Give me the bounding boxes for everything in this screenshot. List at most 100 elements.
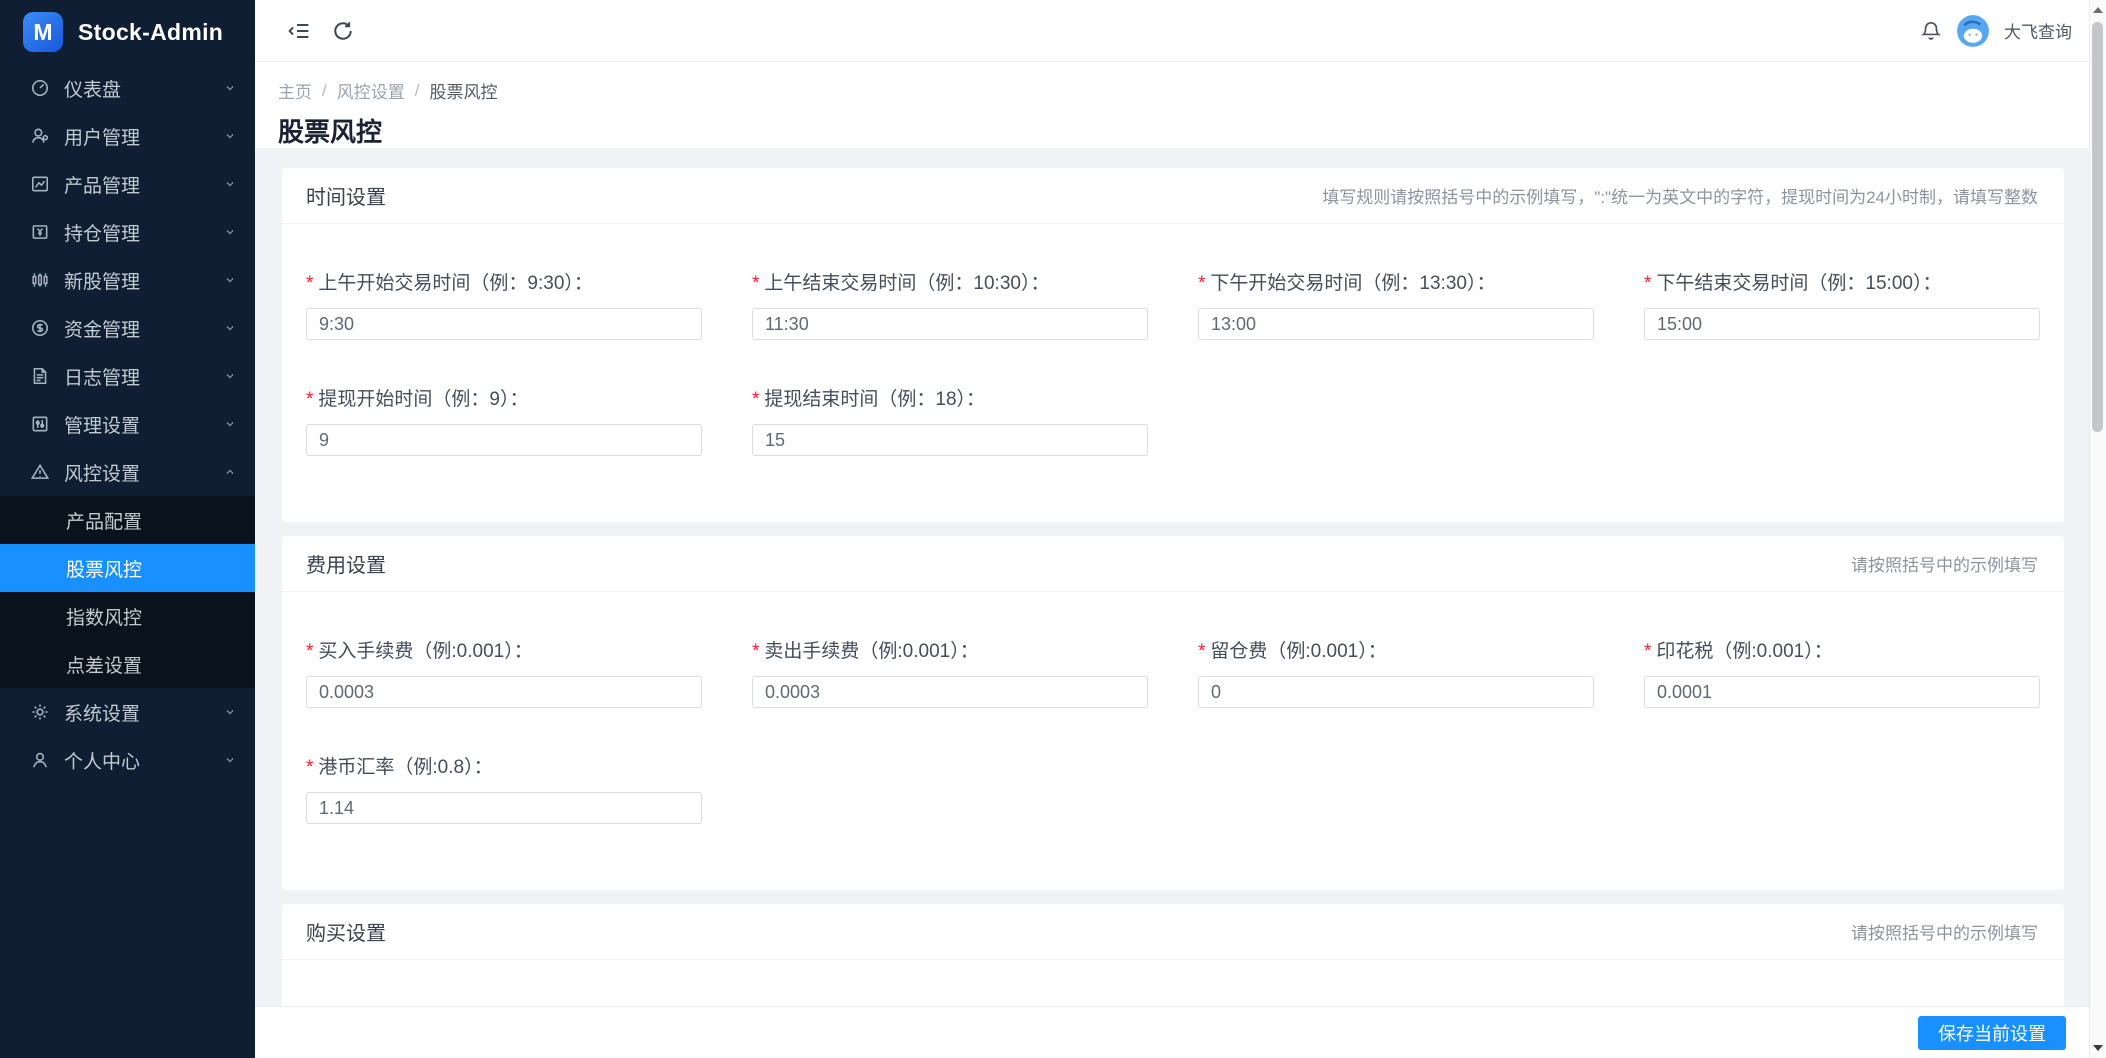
required-asterisk: *: [306, 757, 313, 778]
admin-settings-icon: [30, 414, 50, 434]
morning-open-time-input[interactable]: [306, 308, 702, 340]
ipo-management-icon: [30, 270, 50, 290]
withdraw-end-time-input[interactable]: [752, 424, 1148, 456]
field-label-text: 买入手续费（例:0.001）：: [318, 641, 532, 662]
breadcrumb-separator: /: [322, 81, 327, 101]
card-note: 请按照括号中的示例填写: [1851, 551, 2038, 576]
form-field: *留仓费（例:0.001）：: [1198, 636, 1594, 708]
risk-settings-submenu: 产品配置 股票风控 指数风控 点差设置: [0, 496, 255, 688]
afternoon-close-time-input[interactable]: [1644, 308, 2040, 340]
breadcrumb-item-risk-settings[interactable]: 风控设置: [337, 78, 405, 103]
sidebar-subitem-stock-risk[interactable]: 股票风控: [0, 544, 255, 592]
sidebar-item-user-management[interactable]: 用户管理: [0, 112, 255, 160]
field-label: *留仓费（例:0.001）：: [1198, 636, 1594, 663]
sidebar-item-funds-management[interactable]: 资金管理: [0, 304, 255, 352]
field-label: *上午结束交易时间（例：10:30）：: [752, 268, 1148, 295]
form-field: *提现结束时间（例：18）：: [752, 384, 1148, 456]
scroll-down-arrow-icon[interactable]: [2090, 1040, 2106, 1056]
sidebar-item-dashboard[interactable]: 仪表盘: [0, 64, 255, 112]
form-field: *提现开始时间（例：9）：: [306, 384, 702, 456]
required-asterisk: *: [1644, 273, 1651, 294]
page-header: 主页 / 风控设置 / 股票风控 股票风控: [255, 62, 2106, 148]
sidebar-item-label: 用户管理: [64, 123, 223, 150]
sidebar-item-position-management[interactable]: 持仓管理: [0, 208, 255, 256]
form-field: *上午结束交易时间（例：10:30）：: [752, 268, 1148, 340]
required-asterisk: *: [306, 641, 313, 662]
field-label: *卖出手续费（例:0.001）：: [752, 636, 1148, 663]
user-management-icon: [30, 126, 50, 146]
sidebar-item-log-management[interactable]: 日志管理: [0, 352, 255, 400]
sidebar-item-label: 风控设置: [64, 459, 223, 486]
submenu-item-label: 点差设置: [66, 651, 142, 678]
menu-fold-icon[interactable]: [287, 19, 311, 43]
holding-fee-input[interactable]: [1198, 676, 1594, 708]
required-asterisk: *: [1644, 641, 1651, 662]
vertical-scrollbar[interactable]: [2089, 0, 2106, 1058]
profile-icon: [30, 750, 50, 770]
field-label: *下午开始交易时间（例：13:30）：: [1198, 268, 1594, 295]
required-asterisk: *: [752, 641, 759, 662]
sidebar-item-product-management[interactable]: 产品管理: [0, 160, 255, 208]
field-label: *印花税（例:0.001）：: [1644, 636, 2040, 663]
chevron-down-icon: [223, 753, 237, 767]
required-asterisk: *: [1198, 273, 1205, 294]
withdraw-start-time-input[interactable]: [306, 424, 702, 456]
scroll-up-arrow-icon[interactable]: [2090, 2, 2106, 18]
sidebar-item-system-settings[interactable]: 系统设置: [0, 688, 255, 736]
sidebar-item-label: 新股管理: [64, 267, 223, 294]
stamp-tax-input[interactable]: [1644, 676, 2040, 708]
morning-close-time-input[interactable]: [752, 308, 1148, 340]
field-label-text: 上午结束交易时间（例：10:30）：: [764, 273, 1049, 294]
card-header: 购买设置 请按照括号中的示例填写: [282, 904, 2064, 960]
app-logo[interactable]: M Stock-Admin: [0, 0, 255, 64]
field-label: *港币汇率（例:0.8）：: [306, 752, 702, 779]
required-asterisk: *: [306, 273, 313, 294]
funds-management-icon: [30, 318, 50, 338]
topbar-right: 大飞查询: [1920, 15, 2072, 47]
submenu-item-label: 产品配置: [66, 507, 142, 534]
log-management-icon: [30, 366, 50, 386]
form-field: *上午开始交易时间（例：9:30）：: [306, 268, 702, 340]
chevron-down-icon: [223, 321, 237, 335]
card-title: 时间设置: [306, 181, 386, 210]
dashboard-icon: [30, 78, 50, 98]
form-field: *下午结束交易时间（例：15:00）：: [1644, 268, 2040, 340]
card-note: 填写规则请按照括号中的示例填写，":"统一为英文中的字符，提现时间为24小时制，…: [1322, 183, 2038, 208]
avatar[interactable]: [1957, 15, 1989, 47]
buy-fee-input[interactable]: [306, 676, 702, 708]
scrollbar-thumb[interactable]: [2092, 22, 2103, 432]
bell-icon[interactable]: [1920, 20, 1942, 42]
topbar: 大飞查询: [255, 0, 2106, 62]
app-title: Stock-Admin: [78, 19, 223, 46]
sidebar-item-admin-settings[interactable]: 管理设置: [0, 400, 255, 448]
card-fee-settings: 费用设置 请按照括号中的示例填写 *买入手续费（例:0.001）： *卖出手续费…: [282, 536, 2064, 890]
chevron-down-icon: [223, 705, 237, 719]
breadcrumb-item-home[interactable]: 主页: [278, 78, 312, 103]
sidebar: M Stock-Admin 仪表盘 用户管理 产品管理 持仓管理 新股管理: [0, 0, 255, 1058]
form-field: *下午开始交易时间（例：13:30）：: [1198, 268, 1594, 340]
field-label-text: 卖出手续费（例:0.001）：: [764, 641, 978, 662]
sidebar-item-label: 个人中心: [64, 747, 223, 774]
required-asterisk: *: [752, 389, 759, 410]
sidebar-subitem-product-config[interactable]: 产品配置: [0, 496, 255, 544]
hkd-rate-input[interactable]: [306, 792, 702, 824]
sidebar-item-profile[interactable]: 个人中心: [0, 736, 255, 784]
save-settings-button[interactable]: 保存当前设置: [1918, 1016, 2066, 1050]
card-time-settings: 时间设置 填写规则请按照括号中的示例填写，":"统一为英文中的字符，提现时间为2…: [282, 168, 2064, 522]
card-header: 费用设置 请按照括号中的示例填写: [282, 536, 2064, 592]
page-title: 股票风控: [278, 112, 2074, 149]
sidebar-item-ipo-management[interactable]: 新股管理: [0, 256, 255, 304]
afternoon-open-time-input[interactable]: [1198, 308, 1594, 340]
user-name[interactable]: 大飞查询: [2004, 18, 2072, 43]
required-asterisk: *: [1198, 641, 1205, 662]
sell-fee-input[interactable]: [752, 676, 1148, 708]
form-field: *买入手续费（例:0.001）：: [306, 636, 702, 708]
sidebar-subitem-spread-settings[interactable]: 点差设置: [0, 640, 255, 688]
sidebar-menu: 仪表盘 用户管理 产品管理 持仓管理 新股管理 资金管理: [0, 64, 255, 1058]
field-label-text: 港币汇率（例:0.8）：: [318, 757, 492, 778]
field-label-text: 提现开始时间（例：9）：: [318, 389, 528, 410]
sidebar-item-label: 持仓管理: [64, 219, 223, 246]
sidebar-item-risk-settings[interactable]: 风控设置: [0, 448, 255, 496]
refresh-icon[interactable]: [331, 19, 355, 43]
sidebar-subitem-index-risk[interactable]: 指数风控: [0, 592, 255, 640]
